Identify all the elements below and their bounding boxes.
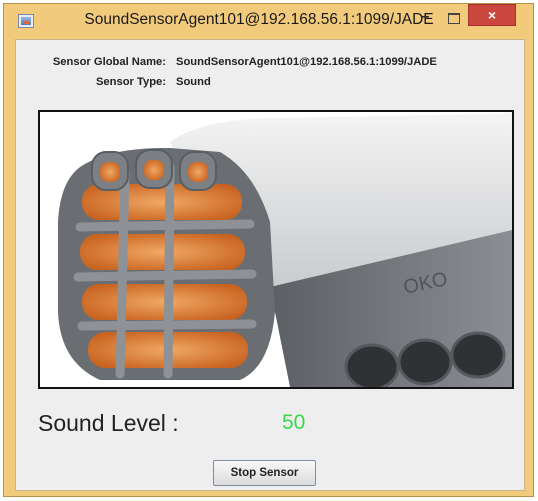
sound-level-value: 50 [282, 411, 306, 434]
app-window: SoundSensorAgent101@192.168.56.1:1099/JA… [3, 3, 534, 497]
global-name-row: Sensor Global Name: SoundSensorAgent101@… [16, 56, 526, 72]
sensor-image: OKO [38, 110, 514, 389]
stop-sensor-button[interactable]: Stop Sensor [213, 460, 316, 486]
title-bar[interactable]: SoundSensorAgent101@192.168.56.1:1099/JA… [4, 4, 533, 38]
maximize-button[interactable] [440, 8, 467, 28]
global-name-value: SoundSensorAgent101@192.168.56.1:1099/JA… [176, 56, 437, 68]
sensor-type-label: Sensor Type: [95, 76, 166, 88]
window-title: SoundSensorAgent101@192.168.56.1:1099/JA… [84, 11, 434, 28]
java-app-icon[interactable] [18, 14, 34, 28]
content-panel: Sensor Global Name: SoundSensorAgent101@… [15, 39, 525, 491]
sensor-type-row: Sensor Type: Sound [16, 76, 526, 92]
sound-sensor-photo: OKO [40, 112, 512, 387]
global-name-label: Sensor Global Name: [52, 56, 166, 68]
sound-level-label: Sound Level : [38, 410, 179, 436]
sensor-type-value: Sound [176, 76, 211, 88]
close-button[interactable]: × [468, 4, 516, 26]
minimize-button[interactable]: – [411, 8, 439, 28]
